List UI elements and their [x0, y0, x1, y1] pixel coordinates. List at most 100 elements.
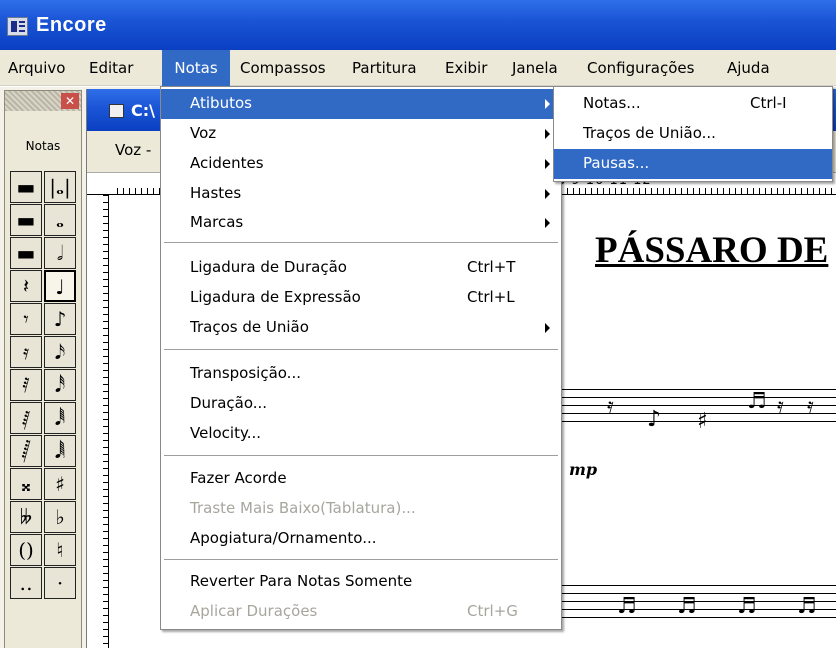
- submenu-arrow-icon: [545, 129, 550, 139]
- menu-item-label: Fazer Acorde: [190, 469, 287, 487]
- rest-glyph: 𝄿: [777, 394, 784, 419]
- note-glyph: ♬: [797, 594, 817, 619]
- menu-separator: [164, 559, 558, 561]
- eighth-rest-tool[interactable]: 𝄾: [10, 303, 42, 335]
- menu-item-duracao[interactable]: Duração...: [161, 389, 561, 419]
- atributos-submenu: Notas... Ctrl-I Traços de União... Pausa…: [553, 86, 833, 182]
- note-glyph: ♬: [737, 594, 757, 619]
- breve-note-tool[interactable]: |𝅝|: [44, 171, 76, 203]
- sixteenth-note-tool[interactable]: 𝅘𝅥𝅯: [44, 336, 76, 368]
- menu-separator: [164, 455, 558, 457]
- menu-item-label: Traços de União...: [583, 124, 716, 142]
- dot-tool[interactable]: ·: [44, 567, 76, 599]
- flat-tool[interactable]: ♭: [44, 501, 76, 533]
- close-icon[interactable]: ✕: [61, 93, 79, 109]
- sharp-tool[interactable]: ♯: [44, 468, 76, 500]
- menu-item-acidentes[interactable]: Acidentes: [161, 149, 561, 179]
- half-note-tool[interactable]: 𝅗𝅥: [44, 237, 76, 269]
- menu-item-tracos-uniao[interactable]: Traços de União: [161, 313, 561, 343]
- submenu-item-notas[interactable]: Notas... Ctrl-I: [554, 89, 832, 119]
- voice-selector[interactable]: Voz -: [115, 141, 151, 159]
- menu-separator: [164, 349, 558, 351]
- menu-item-label: Aplicar Durações: [190, 602, 318, 620]
- app-icon[interactable]: [7, 17, 28, 36]
- whole-note-tool[interactable]: 𝅝: [44, 204, 76, 236]
- menu-item-reverter[interactable]: Reverter Para Notas Somente: [161, 567, 561, 597]
- note-glyph: ♬: [747, 389, 767, 414]
- menu-item-label: Velocity...: [190, 424, 262, 442]
- menu-notas[interactable]: Notas: [162, 50, 230, 86]
- menu-item-velocity[interactable]: Velocity...: [161, 419, 561, 449]
- menu-configuracoes[interactable]: Configurações: [583, 50, 698, 86]
- vertical-ruler: [95, 195, 109, 648]
- submenu-item-pausas[interactable]: Pausas...: [554, 149, 832, 179]
- palette-titlebar[interactable]: ✕: [5, 91, 81, 111]
- menu-arquivo[interactable]: Arquivo: [4, 50, 69, 86]
- sixtyfourth-rest-tool[interactable]: 𝅁: [10, 402, 42, 434]
- menu-item-label: Hastes: [190, 184, 242, 202]
- palette-label: Notas: [25, 139, 61, 153]
- submenu-arrow-icon: [545, 323, 550, 333]
- menu-partitura[interactable]: Partitura: [348, 50, 421, 86]
- menu-compassos[interactable]: Compassos: [236, 50, 330, 86]
- menu-separator: [164, 242, 558, 244]
- sixteenth-rest-tool[interactable]: 𝄿: [10, 336, 42, 368]
- menu-item-label: Atibutos: [190, 94, 252, 112]
- menu-item-label: Acidentes: [190, 154, 264, 172]
- quarter-note-tool[interactable]: ♩: [44, 270, 76, 302]
- menubar: Arquivo Editar Notas Compassos Partitura…: [0, 50, 836, 86]
- quarter-rest-tool[interactable]: 𝄽: [10, 270, 42, 302]
- thirtysecond-rest-tool[interactable]: 𝅀: [10, 369, 42, 401]
- menu-item-shortcut: Ctrl+L: [467, 288, 515, 306]
- menu-item-apogiatura[interactable]: Apogiatura/Ornamento...: [161, 524, 561, 554]
- menu-item-aplicar-duracoes: Aplicar Durações Ctrl+G: [161, 597, 561, 627]
- menu-item-marcas[interactable]: Marcas: [161, 208, 561, 238]
- menu-item-ligadura-duracao[interactable]: Ligadura de Duração Ctrl+T: [161, 253, 561, 283]
- menu-item-shortcut: Ctrl+G: [467, 602, 518, 620]
- rest-glyph: 𝄿: [607, 394, 614, 419]
- rest-glyph: 𝄿: [807, 394, 814, 419]
- menu-item-label: Notas...: [583, 94, 641, 112]
- menu-editar[interactable]: Editar: [85, 50, 137, 86]
- dynamic-marking: mp: [569, 460, 598, 479]
- sharp-glyph: ♯: [697, 409, 708, 434]
- submenu-arrow-icon: [545, 159, 550, 169]
- breve-rest-tool[interactable]: ▬: [10, 171, 42, 203]
- hundredtwentyeighth-rest-tool[interactable]: 𝅂: [10, 435, 42, 467]
- menu-item-label: Traste Mais Baixo(Tablatura)...: [190, 499, 416, 517]
- natural-tool[interactable]: ♮: [44, 534, 76, 566]
- staff-line: [557, 389, 836, 390]
- menu-item-fazer-acorde[interactable]: Fazer Acorde: [161, 464, 561, 494]
- menu-item-shortcut: Ctrl-I: [750, 94, 787, 112]
- menu-item-ligadura-expressao[interactable]: Ligadura de Expressão Ctrl+L: [161, 283, 561, 313]
- double-dot-tool[interactable]: ‥: [10, 567, 42, 599]
- menu-item-transposicao[interactable]: Transposição...: [161, 359, 561, 389]
- note-glyph: ♬: [677, 594, 697, 619]
- submenu-arrow-icon: [545, 218, 550, 228]
- submenu-arrow-icon: [545, 189, 550, 199]
- menu-item-traste-mais-baixo: Traste Mais Baixo(Tablatura)...: [161, 494, 561, 524]
- thirtysecond-note-tool[interactable]: 𝅘𝅥𝅰: [44, 369, 76, 401]
- double-sharp-tool[interactable]: 𝄪: [10, 468, 42, 500]
- app-titlebar[interactable]: Encore: [0, 0, 836, 50]
- hundredtwentyeighth-note-tool[interactable]: 𝅘𝅥𝅲: [44, 435, 76, 467]
- half-rest-tool[interactable]: ▬: [10, 237, 42, 269]
- double-flat-tool[interactable]: 𝄫: [10, 501, 42, 533]
- notas-menu: Atibutos Voz Acidentes Hastes Marcas Lig…: [160, 86, 562, 630]
- submenu-item-tracos-uniao[interactable]: Traços de União...: [554, 119, 832, 149]
- sixtyfourth-note-tool[interactable]: 𝅘𝅥𝅱: [44, 402, 76, 434]
- menu-item-atributos[interactable]: Atibutos: [161, 89, 561, 119]
- menu-item-hastes[interactable]: Hastes: [161, 179, 561, 209]
- whole-rest-tool[interactable]: ▬: [10, 204, 42, 236]
- menu-ajuda[interactable]: Ajuda: [723, 50, 774, 86]
- menu-janela[interactable]: Janela: [508, 50, 562, 86]
- menu-item-label: Ligadura de Expressão: [190, 288, 361, 306]
- menu-item-voz[interactable]: Voz: [161, 119, 561, 149]
- eighth-note-tool[interactable]: ♪: [44, 303, 76, 335]
- menu-item-shortcut: Ctrl+T: [467, 258, 516, 276]
- score-title: PÁSSARO DE: [595, 230, 829, 271]
- staff-line: [557, 397, 836, 398]
- parentheses-tool[interactable]: (): [10, 534, 42, 566]
- menu-exibir[interactable]: Exibir: [441, 50, 491, 86]
- menu-item-label: Ligadura de Duração: [190, 258, 347, 276]
